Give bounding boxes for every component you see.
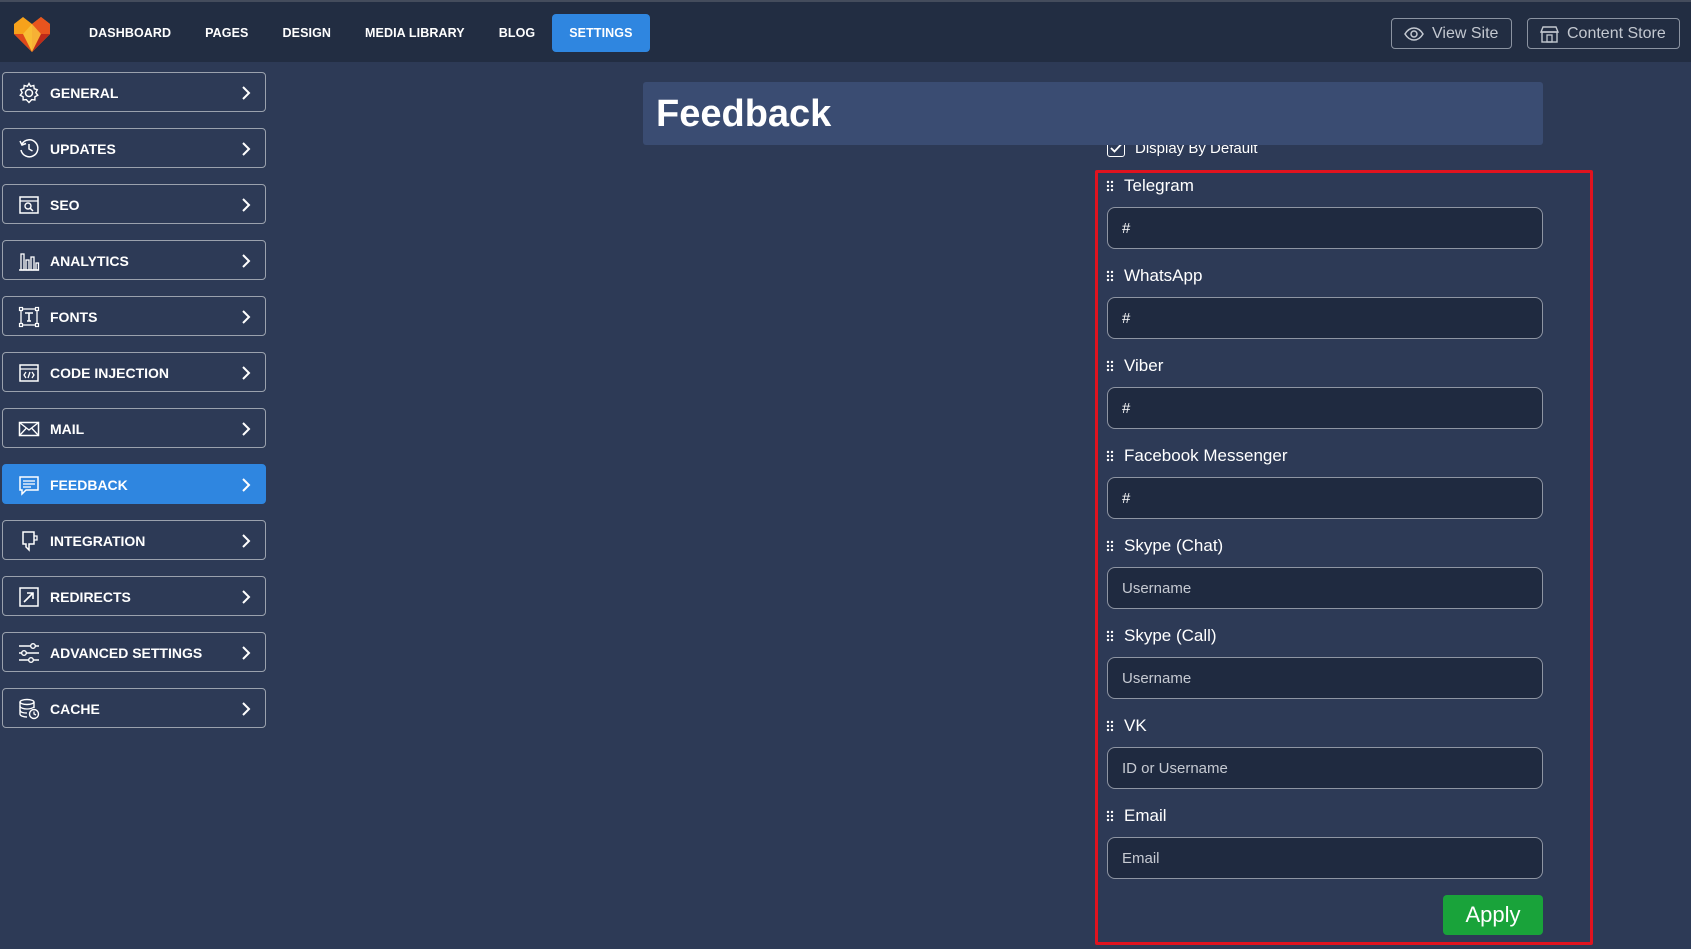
- sidebar-item-analytics[interactable]: ANALYTICS: [2, 240, 266, 280]
- sliders-icon: [19, 643, 39, 663]
- chevron-right-icon: [242, 198, 251, 212]
- whatsapp-input[interactable]: [1107, 297, 1543, 339]
- field-label-text: Facebook Messenger: [1124, 446, 1288, 465]
- sidebar-item-label: FEEDBACK: [50, 477, 128, 493]
- chevron-right-icon: [242, 310, 251, 324]
- sidebar-item-general[interactable]: GENERAL: [2, 72, 266, 112]
- skype-chat-input[interactable]: [1107, 567, 1543, 609]
- logo-icon[interactable]: [10, 12, 54, 56]
- apply-button[interactable]: Apply: [1443, 895, 1543, 935]
- sidebar-item-label: MAIL: [50, 421, 85, 437]
- seo-icon: [19, 196, 39, 214]
- drag-handle-icon[interactable]: [1105, 539, 1115, 553]
- chevron-right-icon: [242, 702, 251, 716]
- history-icon: [19, 139, 39, 158]
- page-title-bar: Feedback: [643, 82, 1543, 145]
- drag-handle-icon[interactable]: [1105, 809, 1115, 823]
- drag-handle-icon[interactable]: [1105, 449, 1115, 463]
- sidebar-item-label: FONTS: [50, 309, 98, 325]
- sidebar-item-mail[interactable]: MAIL: [2, 408, 266, 448]
- sidebar-item-code-injection[interactable]: CODE INJECTION: [2, 352, 266, 392]
- chevron-right-icon: [242, 422, 251, 436]
- chevron-right-icon: [242, 646, 251, 660]
- field-label-skype-call: Skype (Call): [1105, 624, 1217, 648]
- nav-media-library[interactable]: MEDIA LIBRARY: [348, 14, 482, 52]
- sidebar-item-label: ANALYTICS: [50, 253, 129, 269]
- field-label-viber: Viber: [1105, 354, 1163, 378]
- field-label-telegram: Telegram: [1105, 174, 1194, 198]
- sidebar-item-feedback[interactable]: FEEDBACK: [2, 464, 266, 504]
- field-label-text: Telegram: [1124, 176, 1194, 195]
- field-label-text: Email: [1124, 806, 1167, 825]
- bar-chart-icon: [19, 253, 40, 271]
- drag-handle-icon[interactable]: [1105, 629, 1115, 643]
- sidebar-item-label: CACHE: [50, 701, 100, 717]
- main-nav: DASHBOARD PAGES DESIGN MEDIA LIBRARY BLO…: [72, 14, 650, 52]
- code-icon: [19, 364, 39, 382]
- facebook-messenger-input[interactable]: [1107, 477, 1543, 519]
- skype-call-input[interactable]: [1107, 657, 1543, 699]
- sidebar-item-advanced-settings[interactable]: ADVANCED SETTINGS: [2, 632, 266, 672]
- gear-icon: [19, 82, 39, 104]
- nav-pages[interactable]: PAGES: [188, 14, 265, 52]
- field-label-text: WhatsApp: [1124, 266, 1203, 285]
- chevron-right-icon: [242, 590, 251, 604]
- drag-handle-icon[interactable]: [1105, 719, 1115, 733]
- field-label-text: Viber: [1124, 356, 1164, 375]
- integration-icon: [22, 531, 38, 552]
- content-store-button[interactable]: Content Store: [1527, 18, 1680, 49]
- feedback-icon: [19, 476, 39, 496]
- field-label-email: Email: [1105, 804, 1167, 828]
- sidebar-item-label: SEO: [50, 197, 80, 213]
- sidebar-item-redirects[interactable]: REDIRECTS: [2, 576, 266, 616]
- store-icon: [1540, 25, 1559, 43]
- vk-input[interactable]: [1107, 747, 1543, 789]
- field-label-facebook-messenger: Facebook Messenger: [1105, 444, 1287, 468]
- eye-icon: [1404, 26, 1424, 41]
- nav-blog[interactable]: BLOG: [482, 14, 553, 52]
- sidebar-item-label: GENERAL: [50, 85, 119, 101]
- settings-sidebar: GENERAL UPDATES SEO ANALYTICS FONTS CODE…: [2, 72, 266, 744]
- nav-dashboard[interactable]: DASHBOARD: [72, 14, 188, 52]
- chevron-right-icon: [242, 142, 251, 156]
- chevron-right-icon: [242, 254, 251, 268]
- field-label-whatsapp: WhatsApp: [1105, 264, 1202, 288]
- sidebar-item-updates[interactable]: UPDATES: [2, 128, 266, 168]
- sidebar-item-integration[interactable]: INTEGRATION: [2, 520, 266, 560]
- email-input[interactable]: [1107, 837, 1543, 879]
- sidebar-item-seo[interactable]: SEO: [2, 184, 266, 224]
- sidebar-item-fonts[interactable]: FONTS: [2, 296, 266, 336]
- drag-handle-icon[interactable]: [1105, 269, 1115, 283]
- view-site-button[interactable]: View Site: [1391, 18, 1513, 49]
- sidebar-item-cache[interactable]: CACHE: [2, 688, 266, 728]
- sidebar-item-label: UPDATES: [50, 141, 116, 157]
- telegram-input[interactable]: [1107, 207, 1543, 249]
- drag-handle-icon[interactable]: [1105, 359, 1115, 373]
- nav-settings[interactable]: SETTINGS: [552, 14, 650, 52]
- field-label-skype-chat: Skype (Chat): [1105, 534, 1223, 558]
- font-icon: [18, 306, 40, 328]
- viber-input[interactable]: [1107, 387, 1543, 429]
- field-label-text: Skype (Call): [1124, 626, 1217, 645]
- view-site-label: View Site: [1432, 24, 1499, 42]
- page-title: Feedback: [656, 93, 832, 135]
- top-navigation-bar: DASHBOARD PAGES DESIGN MEDIA LIBRARY BLO…: [0, 0, 1691, 62]
- mail-icon: [18, 421, 40, 437]
- redirect-icon: [19, 587, 39, 607]
- chevron-right-icon: [242, 534, 251, 548]
- chevron-right-icon: [242, 478, 251, 492]
- field-label-vk: VK: [1105, 714, 1147, 738]
- nav-design[interactable]: DESIGN: [266, 14, 349, 52]
- field-label-text: VK: [1124, 716, 1147, 735]
- chevron-right-icon: [242, 366, 251, 380]
- sidebar-item-label: REDIRECTS: [50, 589, 131, 605]
- sidebar-item-label: CODE INJECTION: [50, 365, 170, 381]
- cache-icon: [19, 698, 40, 720]
- chevron-right-icon: [242, 86, 251, 100]
- field-label-text: Skype (Chat): [1124, 536, 1224, 555]
- content-store-label: Content Store: [1567, 24, 1666, 42]
- sidebar-item-label: ADVANCED SETTINGS: [50, 645, 203, 661]
- drag-handle-icon[interactable]: [1105, 179, 1115, 193]
- sidebar-item-label: INTEGRATION: [50, 533, 146, 549]
